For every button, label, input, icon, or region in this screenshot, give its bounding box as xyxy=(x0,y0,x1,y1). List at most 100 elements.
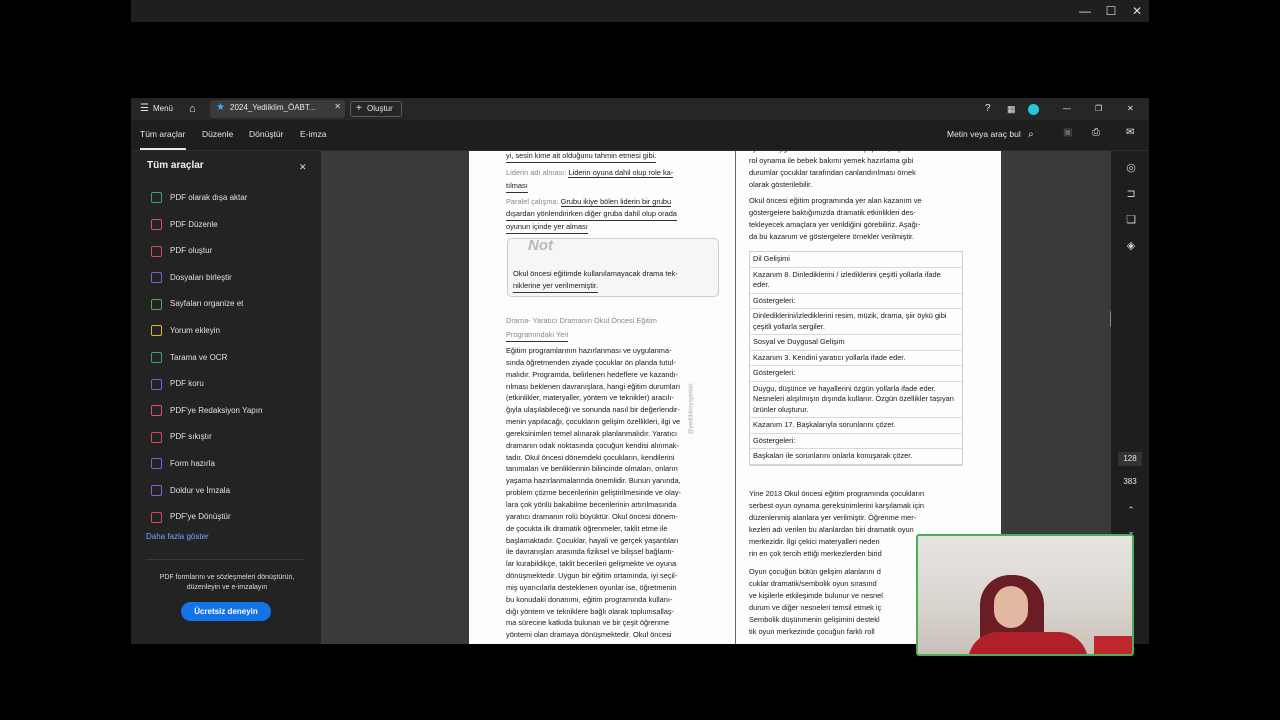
table-row: Kazanım 17. Başkalarıyla sorunlarını çöz… xyxy=(750,418,962,434)
tab-close-icon[interactable]: ✕ xyxy=(334,102,341,111)
sidebar-tool-item[interactable]: Tarama ve OCR xyxy=(151,351,227,365)
tab-all-tools[interactable]: Tüm araçlar xyxy=(140,129,185,139)
text-paragraph: Okul öncesi eğitim programında yer alan … xyxy=(749,196,969,244)
text-line: dönüşmektedir. Uygun bir eğitim ortamınd… xyxy=(506,571,678,581)
text-line: problem çözme becerilerinin geliştirilme… xyxy=(506,488,681,498)
text-line: de çocukta ilk dramatik öğrenmeler, takl… xyxy=(506,523,668,533)
find-text-button[interactable]: Metin veya araç bul ⌕ xyxy=(947,129,1034,140)
outer-close-button[interactable]: ✕ xyxy=(1129,3,1145,19)
pages-icon[interactable]: ❏ xyxy=(1125,214,1137,226)
text-line: Okul öncesi eğitim programında yer alan … xyxy=(749,196,922,205)
tool-icon xyxy=(151,272,162,284)
table-row: Göstergeleri: xyxy=(750,434,962,449)
chevron-up-icon[interactable]: ⌃ xyxy=(1125,504,1137,516)
note-box: Not Okul öncesi eğitimde kullanılamayaca… xyxy=(507,238,719,297)
sidebar-tool-item[interactable]: PDF'ye Dönüştür xyxy=(151,510,231,524)
text-line: yaşama hazırlanmalarında önemlidir. Bunu… xyxy=(506,476,681,486)
sidebar-tool-item[interactable]: Doldur ve İmzala xyxy=(151,484,230,498)
sidebar-tool-item[interactable]: Form hazırla xyxy=(151,457,215,471)
menu-label: Menü xyxy=(152,104,173,113)
app-restore-button[interactable]: ❐ xyxy=(1095,98,1102,120)
create-button[interactable]: + Oluştur xyxy=(350,101,402,117)
outcomes-table: Dil Gelişimi Kazanım 8. Dinlediklerini / … xyxy=(749,251,963,466)
divider xyxy=(146,559,304,560)
table-row: Göstergeleri: xyxy=(750,366,962,382)
tool-label: Doldur ve İmzala xyxy=(170,485,231,495)
watermark-text: @yediiklimyayinlari xyxy=(688,383,695,435)
home-icon[interactable]: ⌂ xyxy=(189,98,196,120)
try-free-button[interactable]: Ücretsiz deneyin xyxy=(181,602,271,621)
current-page-number[interactable]: 128 xyxy=(1118,452,1142,466)
tab-convert[interactable]: Dönüştür xyxy=(249,129,284,139)
tool-label: Yorum ekleyin xyxy=(170,326,220,335)
text-line: göstergelere baktığımızda dramatik etkin… xyxy=(749,208,916,217)
apps-grid-icon[interactable]: ▦ xyxy=(1007,98,1016,120)
sidebar-tool-item[interactable]: PDF sıkıştır xyxy=(151,430,212,444)
text-paragraph: oyunda uygun bir dramatik etkinlik çeşit… xyxy=(749,151,969,192)
sidebar-tool-item[interactable]: PDF Düzenle xyxy=(151,218,218,232)
tab-esign[interactable]: E-imza xyxy=(300,129,326,139)
tool-icon xyxy=(151,298,162,310)
menu-button[interactable]: ☰ Menü xyxy=(140,98,173,120)
text-line: bu konudaki donanımı, eğitim programında… xyxy=(506,594,673,604)
outer-minimize-button[interactable]: — xyxy=(1077,3,1093,19)
tool-label: PDF'ye Dönüştür xyxy=(170,512,231,522)
find-text-label: Metin veya araç bul xyxy=(947,129,1021,139)
text-line: yaratıcı dramanın rolü büyüktür. Okul ön… xyxy=(506,511,678,521)
text-line: Paralel çalışma: Grubu ikiye bölen lider… xyxy=(506,197,672,208)
app-close-button[interactable]: ✕ xyxy=(1127,98,1134,120)
tab-edit[interactable]: Düzenle xyxy=(202,129,233,139)
text-line: yöntemi olan dramaya dönüşmektedir. Okul… xyxy=(506,630,672,640)
show-more-link[interactable]: Daha fazla göster xyxy=(146,532,209,541)
app-minimize-button[interactable]: — xyxy=(1063,98,1071,120)
sidebar-tool-item[interactable]: Yorum ekleyin xyxy=(151,324,220,338)
save-icon[interactable]: ▣ xyxy=(1063,127,1072,138)
text-span: Liderin adı alması: xyxy=(506,168,567,177)
help-icon[interactable]: ? xyxy=(985,98,991,120)
outer-maximize-button[interactable]: ☐ xyxy=(1103,3,1119,19)
text-line: ma sürecine katkıda bulunan ve bir çeşit… xyxy=(506,618,670,628)
tool-icon xyxy=(151,351,162,363)
sidebar-tool-item[interactable]: Dosyaları birleştir xyxy=(151,271,232,285)
mail-icon[interactable]: ✉ xyxy=(1126,127,1134,138)
text-span: Liderin oyuna dahil olup rolе ka- xyxy=(568,168,674,178)
profile-avatar[interactable] xyxy=(1028,104,1039,115)
active-tab-indicator xyxy=(140,148,186,150)
tool-label: PDF sıkıştır xyxy=(170,432,212,442)
tab-bar: ☰ Menü ⌂ ★ 2024_Yediiklim_ÖABT... ✕ + Olu… xyxy=(131,98,1149,120)
comment-icon[interactable]: ◎ xyxy=(1125,162,1137,174)
panel-close-icon[interactable]: ✕ xyxy=(299,162,307,173)
outer-window-titlebar: — ☐ ✕ xyxy=(131,0,1149,22)
sidebar-tool-item[interactable]: PDF koru xyxy=(151,377,204,391)
sidebar-tool-item[interactable]: PDF oluştur xyxy=(151,244,212,258)
text-span: Paralel çalışma: xyxy=(506,197,559,206)
table-row: Kazanım 8. Dinlediklerini / izlediklerin… xyxy=(750,268,962,294)
sidebar-tool-item[interactable]: PDF olarak dışa aktar xyxy=(151,191,247,205)
presenter-video xyxy=(918,536,1132,654)
tool-icon xyxy=(151,325,162,337)
tool-label: Tarama ve OCR xyxy=(170,352,228,362)
sidebar-tool-item[interactable]: Sayfaları organize et xyxy=(151,297,243,311)
text-line: oyunun içinde yer alması xyxy=(506,222,588,234)
text-span: Grubu ikiye bölen liderin bir grubu xyxy=(560,197,672,207)
all-tools-panel: Tüm araçlar ✕ PDF olarak dışa aktar PDF D… xyxy=(131,151,321,644)
bookmark-icon[interactable]: ⊐ xyxy=(1125,188,1137,200)
tool-icon xyxy=(151,405,162,417)
text-line: Yine 2013 Okul öncesi eğitim programında… xyxy=(749,489,925,498)
text-line: başlamaktadır. Çocuklar, hayali ve gerçe… xyxy=(506,535,679,545)
table-row: Başkaları ile sorunlarını onlarla konuşa… xyxy=(750,449,962,465)
layers-icon[interactable]: ◈ xyxy=(1125,240,1137,252)
sidebar-tool-item[interactable]: PDF'ye Redaksiyon Yapın xyxy=(151,404,262,418)
document-tab[interactable]: ★ 2024_Yediiklim_ÖABT... ✕ xyxy=(210,100,345,118)
text-line: dışardan yönlendirirken diğer gruba dahi… xyxy=(506,209,677,221)
tool-icon xyxy=(151,484,162,496)
section-heading: Programındaki Yeri xyxy=(506,330,569,342)
top-toolbar: Tüm araçlar Düzenle Dönüştür E-imza Meti… xyxy=(131,120,1149,151)
text-line: sında öğretmenden ziyade çocuklar ön pla… xyxy=(506,357,676,367)
create-label: Oluştur xyxy=(367,104,393,113)
total-pages: 383 xyxy=(1123,477,1137,486)
tool-label: PDF koru xyxy=(170,379,204,389)
table-row: Dinlediklerini/izlediklerini resim, müzi… xyxy=(750,309,962,335)
print-icon[interactable]: ⎙ xyxy=(1092,127,1100,138)
tool-label: Sayfaları organize et xyxy=(170,299,244,309)
